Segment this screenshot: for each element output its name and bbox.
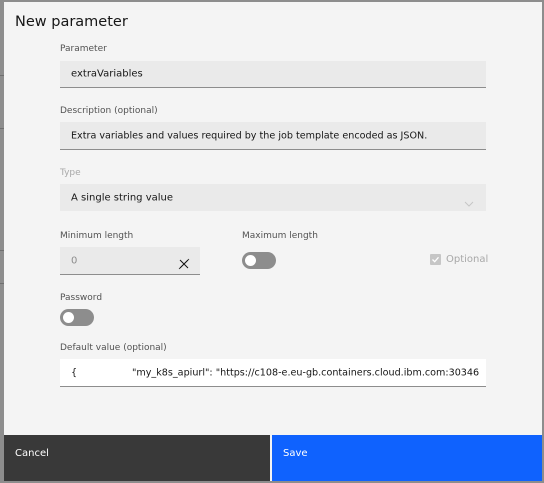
save-button-label: Save (283, 448, 308, 459)
chevron-down-icon (464, 193, 474, 212)
new-parameter-modal: New parameter Parameter extraVariables D… (4, 2, 542, 481)
type-value: A single string value (71, 192, 174, 203)
description-label: Description (optional) (60, 106, 158, 116)
default-value-text: { "my_k8s_apiurl": "https://c108-e.eu-gb… (71, 367, 480, 378)
optional-checkbox[interactable] (430, 254, 441, 265)
default-value-label: Default value (optional) (60, 343, 167, 353)
toggle-knob (63, 312, 74, 323)
toggle-knob (245, 255, 256, 266)
parameter-input[interactable]: extraVariables (60, 61, 486, 88)
cancel-button-label: Cancel (15, 448, 49, 459)
password-toggle[interactable] (60, 309, 94, 326)
type-label: Type (60, 168, 81, 178)
save-button[interactable]: Save (272, 435, 542, 481)
optional-label: Optional (446, 254, 489, 265)
description-value: Extra variables and values required by t… (71, 130, 428, 141)
min-length-value: 0 (71, 255, 78, 266)
default-value-input[interactable]: { "my_k8s_apiurl": "https://c108-e.eu-gb… (60, 359, 486, 387)
parameter-label: Parameter (60, 44, 107, 54)
parameter-value: extraVariables (71, 68, 143, 80)
cancel-button[interactable]: Cancel (4, 435, 270, 481)
clear-icon[interactable] (178, 255, 190, 274)
description-input[interactable]: Extra variables and values required by t… (60, 122, 486, 150)
type-select[interactable]: A single string value (60, 184, 486, 211)
modal-title: New parameter (15, 14, 128, 30)
max-length-toggle[interactable] (242, 252, 276, 269)
min-length-input[interactable]: 0 (60, 247, 200, 275)
password-label: Password (60, 293, 103, 303)
min-length-label: Minimum length (60, 231, 134, 241)
max-length-label: Maximum length (242, 231, 318, 241)
